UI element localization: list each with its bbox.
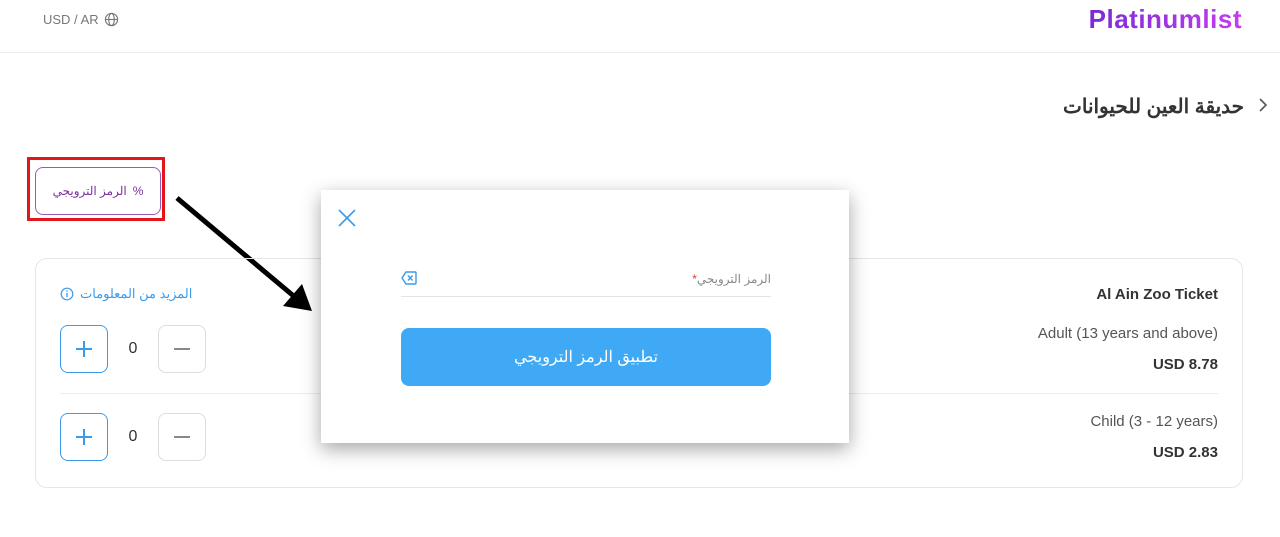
plus-icon — [76, 341, 92, 357]
more-info-label: المزيد من المعلومات — [80, 286, 193, 301]
promo-code-field: الرمز الترويجي* — [401, 268, 775, 297]
quantity-stepper-child: 0 — [60, 413, 206, 461]
ticket-label-child: Child (3 - 12 years) — [1090, 413, 1218, 430]
clear-input-icon[interactable] — [401, 271, 417, 285]
ticket-label-adult: Adult (13 years and above) — [1037, 325, 1218, 342]
apply-promo-button[interactable]: تطبيق الرمز الترويجي — [401, 328, 771, 386]
decrement-button[interactable] — [158, 325, 206, 373]
plus-icon — [76, 429, 92, 445]
ticket-price-adult: USD 8.78 — [1152, 356, 1218, 373]
quantity-value: 0 — [128, 428, 138, 445]
promo-code-modal: الرمز الترويجي* تطبيق الرمز الترويجي — [321, 190, 849, 443]
quantity-stepper-adult: 0 — [60, 325, 206, 373]
close-button[interactable] — [338, 208, 356, 232]
info-icon — [60, 287, 74, 301]
increment-button[interactable] — [60, 413, 108, 461]
promo-code-input[interactable] — [423, 270, 775, 294]
more-info-link[interactable]: المزيد من المعلومات — [60, 286, 192, 302]
ticket-name: Al Ain Zoo Ticket — [1096, 286, 1218, 303]
quantity-value: 0 — [128, 340, 138, 357]
minus-icon — [174, 436, 190, 438]
ticket-price-child: USD 2.83 — [1152, 444, 1218, 461]
minus-icon — [174, 348, 190, 350]
close-icon — [338, 209, 356, 227]
decrement-button[interactable] — [158, 413, 206, 461]
increment-button[interactable] — [60, 325, 108, 373]
